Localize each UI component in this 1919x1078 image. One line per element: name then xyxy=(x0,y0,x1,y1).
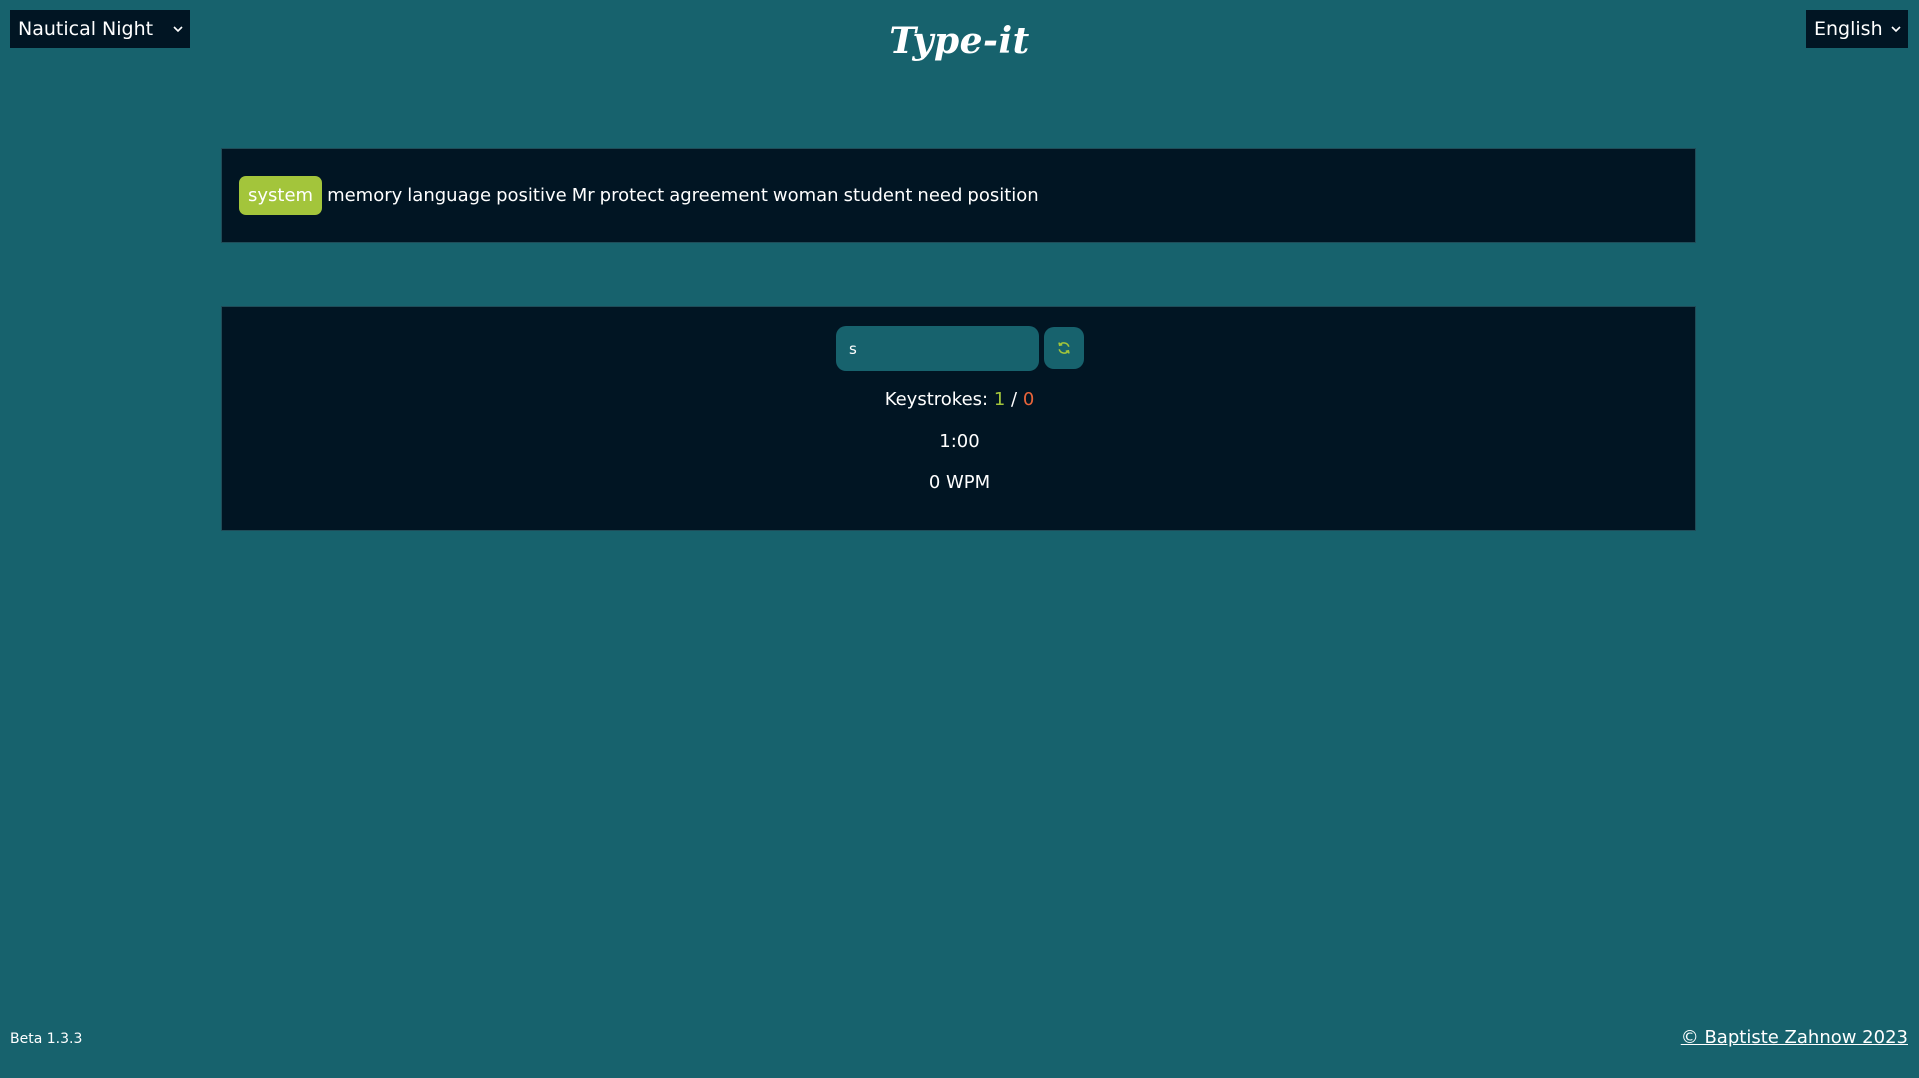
words-panel: system memory language positive Mr prote… xyxy=(221,148,1696,243)
wpm-stat: 0 WPM xyxy=(928,472,991,493)
app-title: Type-it xyxy=(889,20,1030,62)
language-select[interactable]: English xyxy=(1806,10,1908,48)
chevron-down-icon xyxy=(1891,26,1901,33)
word: student xyxy=(843,185,913,206)
correct-keystrokes: 1 xyxy=(993,389,1006,410)
keystrokes-label: Keystrokes: xyxy=(884,389,989,410)
word: position xyxy=(967,185,1039,206)
typing-input-value: s xyxy=(849,339,857,358)
timer: 1:00 xyxy=(939,431,980,452)
copyright-link[interactable]: © Baptiste Zahnow 2023 xyxy=(1681,1027,1908,1048)
refresh-icon xyxy=(1058,342,1070,354)
word: protect xyxy=(599,185,665,206)
word: agreement xyxy=(669,185,768,206)
version-label: Beta 1.3.3 xyxy=(10,1031,83,1047)
word: positive xyxy=(496,185,567,206)
word: memory xyxy=(327,185,403,206)
keystrokes-stat: Keystrokes: 1 / 0 xyxy=(222,389,1697,410)
language-select-value: English xyxy=(1814,18,1883,40)
word: woman xyxy=(772,185,839,206)
typing-input[interactable]: s xyxy=(836,326,1039,371)
refresh-button[interactable] xyxy=(1044,327,1084,369)
word: need xyxy=(917,185,963,206)
page: Nautical Night Type-it English system me… xyxy=(0,0,1919,1078)
current-word: system xyxy=(239,176,323,215)
wrong-keystrokes: 0 xyxy=(1022,389,1035,410)
word: language xyxy=(407,185,492,206)
keystrokes-separator: / xyxy=(1011,389,1018,410)
input-panel: s Keystrokes: 1 / 0 1:00 0 WPM xyxy=(221,306,1696,531)
word: Mr xyxy=(571,185,595,206)
